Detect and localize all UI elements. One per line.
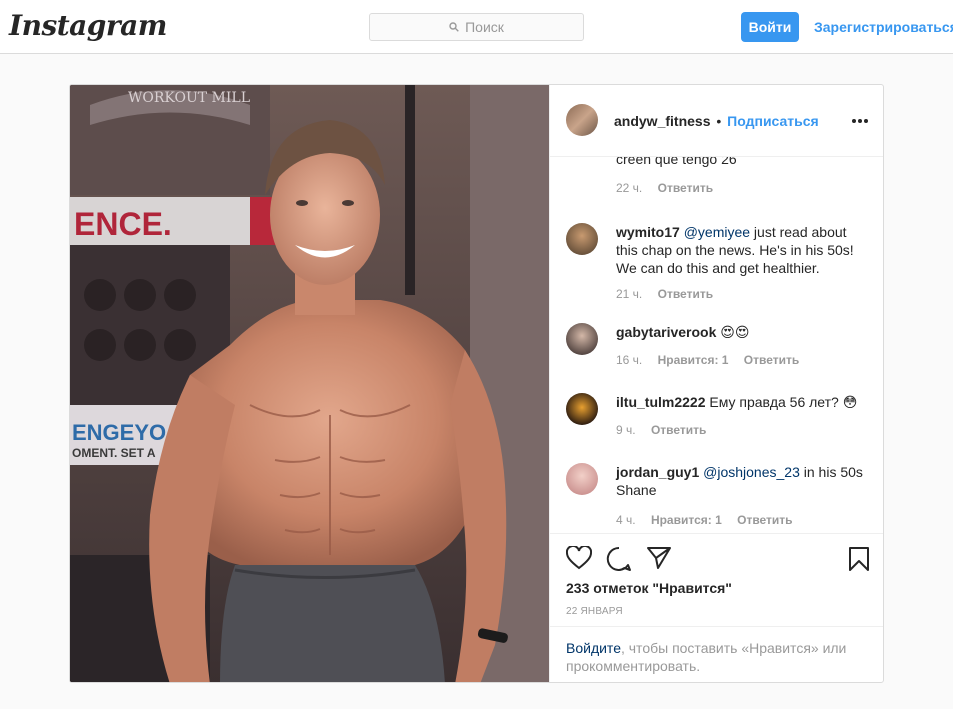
reply-button[interactable]: Ответить bbox=[744, 353, 799, 367]
ellipsis-icon[interactable] bbox=[852, 119, 868, 123]
heart-icon[interactable] bbox=[566, 546, 592, 570]
login-button[interactable]: Войти bbox=[741, 12, 799, 42]
photo-banner-text: ENCE. bbox=[74, 206, 172, 242]
comment-meta: 21 ч. Ответить bbox=[616, 287, 725, 301]
photo-wall-text: ENGEYO bbox=[72, 420, 166, 445]
search-input[interactable]: Поиск bbox=[369, 13, 584, 41]
reply-button[interactable]: Ответить bbox=[658, 287, 713, 301]
comment-time: 21 ч. bbox=[616, 287, 643, 301]
author-avatar[interactable] bbox=[566, 104, 598, 136]
comment-time: 9 ч. bbox=[616, 423, 636, 437]
commenter-avatar[interactable] bbox=[566, 393, 598, 425]
comment-time: 16 ч. bbox=[616, 353, 643, 367]
share-icon[interactable] bbox=[646, 546, 672, 570]
login-link[interactable]: Войдите bbox=[566, 640, 621, 656]
commenter-avatar[interactable] bbox=[566, 463, 598, 495]
instagram-logo[interactable]: Instagram bbox=[9, 9, 167, 42]
post-header: andyw_fitness • Подписаться bbox=[550, 85, 883, 157]
top-navigation-bar: Instagram Поиск Войти Зарегистрироваться bbox=[0, 0, 953, 54]
commenter-username[interactable]: iltu_tulm2222 bbox=[616, 394, 705, 410]
signup-link[interactable]: Зарегистрироваться bbox=[814, 19, 953, 35]
post-photo[interactable]: WORKOUT MILL ENCE. ENGEYO OMENT. SET A bbox=[70, 85, 549, 682]
comment-mention[interactable]: @joshjones_23 bbox=[703, 464, 800, 480]
login-prompt: Войдите, чтобы поставить «Нравится» или … bbox=[550, 626, 883, 682]
comment-body: Ему правда 56 лет? 😳 bbox=[705, 394, 858, 410]
post-card: WORKOUT MILL ENCE. ENGEYO OMENT. SET A a… bbox=[69, 84, 884, 683]
comment-text: iltu_tulm2222 Ему правда 56 лет? 😳 bbox=[616, 393, 866, 411]
comments-list[interactable]: creen que tengo 26 22 ч. Ответить wymito… bbox=[550, 157, 883, 533]
photo-wall-text-2: OMENT. SET A bbox=[72, 446, 156, 460]
photo-sign-text: WORKOUT MILL bbox=[128, 90, 250, 106]
comment-likes[interactable]: Нравится: 1 bbox=[651, 513, 722, 527]
reply-button[interactable]: Ответить bbox=[658, 181, 713, 195]
comment-meta: 9 ч. Ответить bbox=[616, 423, 718, 437]
comment-text: jordan_guy1 @joshjones_23 in his 50s Sha… bbox=[616, 463, 866, 499]
separator-dot: • bbox=[716, 113, 722, 129]
comment-text: gabytariverook 😍😍 bbox=[616, 323, 866, 341]
search-placeholder: Поиск bbox=[465, 19, 504, 35]
reply-button[interactable]: Ответить bbox=[737, 513, 792, 527]
comment-likes[interactable]: Нравится: 1 bbox=[658, 353, 729, 367]
svg-text:WORKOUT MILL: WORKOUT MILL bbox=[128, 90, 250, 106]
author-line: andyw_fitness • Подписаться bbox=[614, 113, 819, 129]
comment-meta: 16 ч. Нравится: 1 Ответить bbox=[616, 353, 811, 367]
comment-body: 😍😍 bbox=[716, 324, 750, 340]
comment-item: gabytariverook 😍😍 16 ч. Нравится: 1 Отве… bbox=[566, 323, 866, 373]
author-username[interactable]: andyw_fitness bbox=[614, 113, 710, 129]
commenter-username[interactable]: jordan_guy1 bbox=[616, 464, 699, 480]
commenter-username[interactable]: gabytariverook bbox=[616, 324, 716, 340]
follow-button[interactable]: Подписаться bbox=[727, 113, 819, 129]
post-sidebar: andyw_fitness • Подписаться creen que te… bbox=[549, 85, 883, 682]
reply-button[interactable]: Ответить bbox=[651, 423, 706, 437]
commenter-avatar[interactable] bbox=[566, 323, 598, 355]
partial-comment-meta: 22 ч. Ответить bbox=[616, 181, 725, 195]
comment-mention[interactable]: @yemiyee bbox=[684, 224, 750, 240]
comment-item: wymito17 @yemiyee just read about this c… bbox=[566, 223, 866, 303]
commenter-avatar[interactable] bbox=[566, 223, 598, 255]
comment-item: iltu_tulm2222 Ему правда 56 лет? 😳 9 ч. … bbox=[566, 393, 866, 443]
comment-meta: 4 ч. Нравится: 1 Ответить bbox=[616, 513, 805, 527]
likes-count[interactable]: 233 отметок "Нравится" bbox=[566, 580, 732, 596]
comment-time: 4 ч. bbox=[616, 513, 636, 527]
comment-icon[interactable] bbox=[606, 546, 632, 572]
commenter-username[interactable]: wymito17 bbox=[616, 224, 680, 240]
comment-text: wymito17 @yemiyee just read about this c… bbox=[616, 223, 866, 277]
post-actions: 233 отметок "Нравится" 22 ЯНВАРЯ Войдите… bbox=[550, 533, 883, 682]
search-icon bbox=[449, 22, 459, 32]
post-date: 22 ЯНВАРЯ bbox=[566, 606, 623, 617]
bookmark-icon[interactable] bbox=[848, 546, 870, 572]
comment-time: 22 ч. bbox=[616, 181, 643, 195]
partial-comment-text: creen que tengo 26 bbox=[616, 157, 737, 167]
comment-item: jordan_guy1 @joshjones_23 in his 50s Sha… bbox=[566, 463, 866, 533]
